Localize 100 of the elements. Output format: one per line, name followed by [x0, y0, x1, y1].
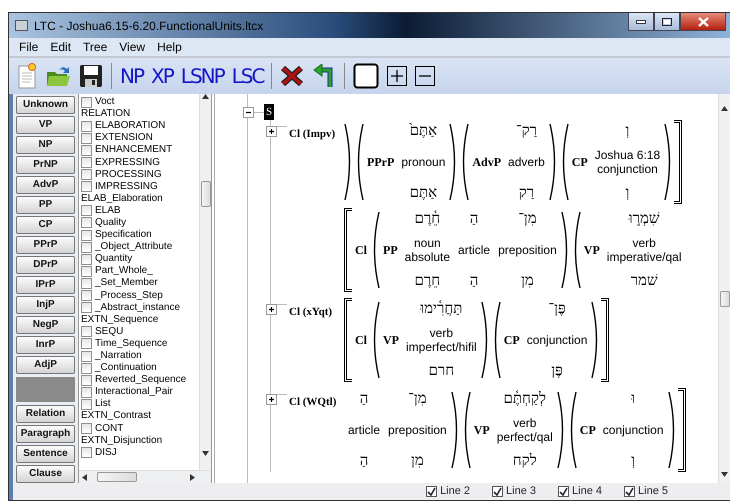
scroll-left-arrow-icon[interactable] — [82, 474, 87, 480]
unit-button[interactable]: Paragraph — [16, 425, 75, 443]
tree-node[interactable]: Cl (xYqt) — [289, 304, 332, 320]
checkbox-label: IMPRESSING — [95, 180, 158, 193]
checkbox[interactable] — [81, 132, 92, 144]
minimize-button[interactable] — [628, 13, 654, 31]
checkbox[interactable] — [558, 486, 570, 497]
checkbox[interactable] — [81, 386, 92, 398]
phrase-button[interactable]: InjP — [16, 296, 75, 314]
checkbox[interactable] — [81, 362, 92, 374]
phrase-button[interactable]: AdvP — [16, 176, 75, 194]
checkbox[interactable] — [81, 120, 92, 132]
scroll-up-arrow-icon[interactable] — [721, 106, 728, 111]
toolbar-text-button[interactable]: XP — [151, 66, 173, 86]
checkbox[interactable] — [81, 266, 92, 277]
delete-x-icon[interactable] — [280, 66, 304, 86]
menu-item[interactable]: Help — [151, 38, 188, 56]
scroll-thumb[interactable] — [720, 291, 730, 307]
phrase-button[interactable]: CP — [16, 216, 75, 234]
phrase-button[interactable]: InrP — [16, 336, 75, 354]
check-icon — [493, 487, 502, 496]
menu-item[interactable]: Tree — [77, 38, 114, 56]
checkbox-label: Specification — [95, 229, 152, 242]
tree-node[interactable]: Cl (Impv) — [289, 126, 336, 142]
menu-item[interactable]: Edit — [44, 38, 78, 56]
maximize-button[interactable] — [654, 13, 680, 31]
expand-icon[interactable] — [266, 304, 277, 315]
checkbox[interactable] — [81, 169, 92, 180]
toolbar-text-button[interactable]: NP — [120, 66, 144, 86]
checkbox[interactable] — [81, 144, 92, 156]
collapse-icon[interactable] — [243, 106, 254, 118]
menu-item[interactable]: File — [13, 38, 44, 56]
expand-icon[interactable] — [266, 126, 277, 137]
checkbox-label: EXTENSION — [95, 132, 153, 144]
checkbox[interactable] — [81, 96, 92, 108]
checkbox[interactable] — [81, 230, 92, 241]
menu-item[interactable]: View — [113, 38, 152, 56]
hebrew-word: הַ — [470, 210, 478, 228]
scroll-up-arrow-icon[interactable] — [202, 94, 209, 99]
phrase-button[interactable]: IPrP — [16, 276, 75, 294]
expand-icon[interactable] — [266, 394, 277, 405]
phrase-label: CP — [570, 154, 589, 171]
checkbox[interactable] — [81, 242, 92, 253]
toolbar-text-button[interactable]: LSC — [232, 66, 264, 86]
blank-square-icon[interactable] — [353, 63, 380, 89]
save-icon[interactable] — [79, 64, 103, 88]
checkbox[interactable] — [81, 181, 92, 192]
scrollbar[interactable] — [199, 94, 211, 470]
checkbox[interactable] — [426, 486, 438, 497]
checkbox[interactable] — [81, 290, 92, 302]
checkbox[interactable] — [81, 338, 92, 350]
checkbox-label: SEQU — [95, 326, 124, 338]
toolbar-text-button[interactable]: LSNP — [180, 66, 224, 86]
gloss-text: verb imperative/qal — [606, 236, 682, 264]
unit-button[interactable]: Sentence — [16, 445, 75, 463]
phrase-button[interactable]: VP — [16, 116, 75, 134]
phrase-button[interactable]: PP — [16, 196, 75, 214]
phrase-button[interactable]: NP — [16, 136, 75, 154]
group-header: RELATION — [81, 108, 130, 120]
checkbox[interactable] — [81, 205, 92, 216]
check-icon — [559, 487, 568, 496]
checkbox[interactable] — [81, 374, 92, 386]
phrase-button[interactable]: DPrP — [16, 256, 75, 274]
close-button[interactable] — [680, 13, 726, 31]
horizontal-scrollbar[interactable] — [79, 470, 211, 483]
phrase-button[interactable]: AdjP — [16, 356, 75, 374]
phrase-button[interactable]: Unknown — [16, 96, 75, 114]
phrase-button[interactable]: PPrP — [16, 236, 75, 254]
tree-node[interactable]: Cl (WQtl) — [289, 394, 336, 410]
open-folder-icon[interactable] — [45, 64, 71, 88]
gloss-text: preposition — [498, 243, 557, 257]
new-document-icon[interactable] — [17, 63, 37, 89]
scrollbar[interactable] — [718, 94, 730, 483]
minus-icon[interactable] — [415, 66, 436, 86]
checkbox[interactable] — [492, 486, 504, 497]
scroll-thumb[interactable] — [97, 472, 137, 482]
checkbox[interactable] — [624, 486, 636, 497]
phrase-button[interactable]: NegP — [16, 316, 75, 334]
checkbox[interactable] — [81, 350, 92, 362]
checkbox[interactable] — [81, 326, 92, 338]
scroll-down-arrow-icon[interactable] — [721, 472, 728, 477]
checkbox[interactable] — [81, 447, 92, 458]
checkbox[interactable] — [81, 254, 92, 265]
scroll-thumb[interactable] — [200, 181, 210, 207]
phrase-button[interactable]: PrNP — [16, 156, 75, 174]
checkbox-label: DISJ — [95, 446, 117, 459]
checkbox[interactable] — [81, 217, 92, 228]
checkbox[interactable] — [81, 278, 92, 289]
checkbox[interactable] — [81, 157, 92, 168]
scroll-down-arrow-icon[interactable] — [202, 451, 209, 456]
tree-node[interactable]: S — [264, 104, 274, 120]
checkbox[interactable] — [81, 423, 92, 434]
unit-button[interactable]: Relation — [16, 405, 75, 423]
checkbox[interactable] — [81, 302, 92, 314]
check-icon — [427, 487, 436, 496]
unit-button[interactable]: Clause — [16, 465, 75, 483]
scroll-right-arrow-icon[interactable] — [190, 474, 195, 480]
checkbox[interactable] — [81, 398, 92, 410]
plus-icon[interactable] — [387, 66, 408, 86]
lemma-word: וְ — [626, 184, 630, 202]
